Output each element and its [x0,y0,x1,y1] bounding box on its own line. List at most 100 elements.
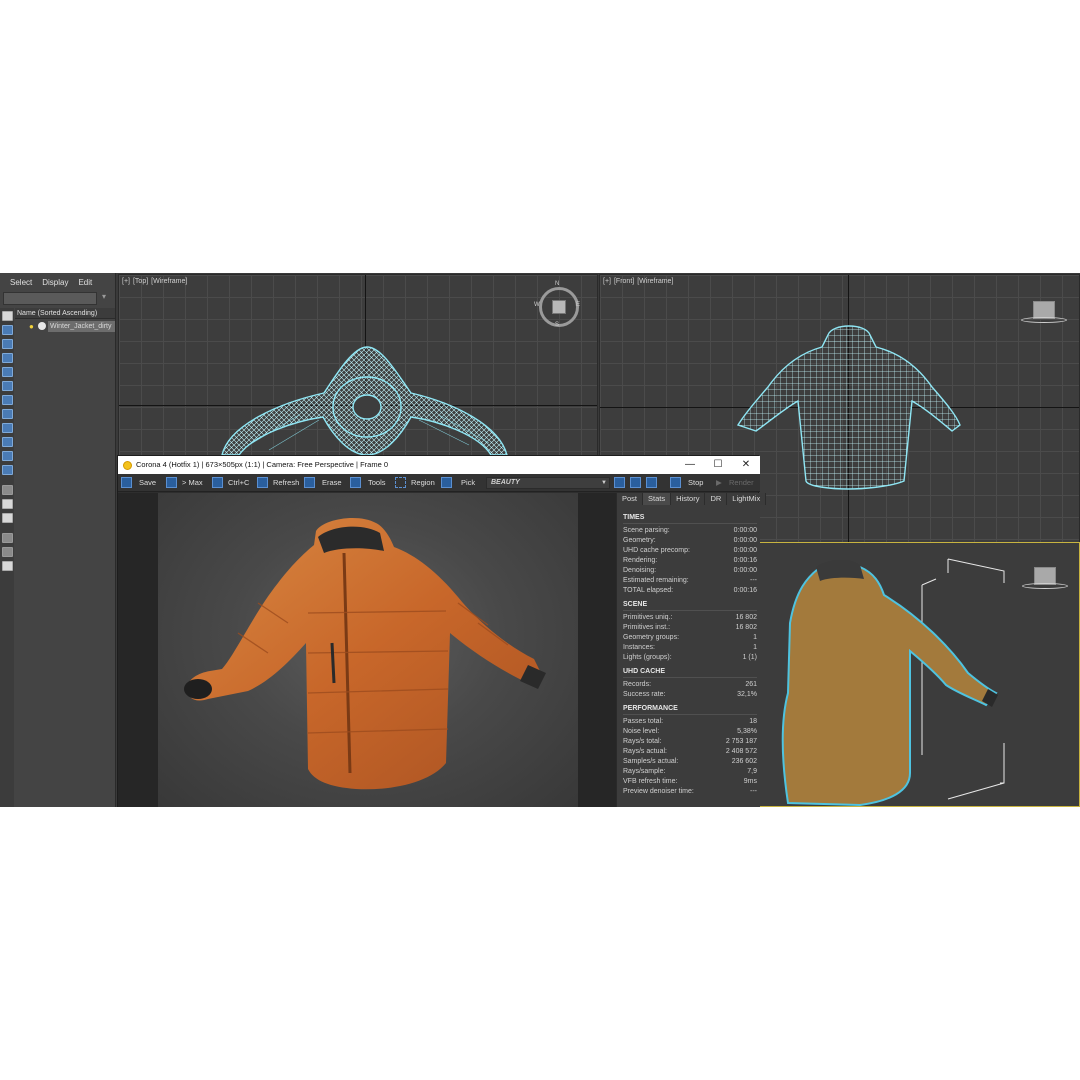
section-uhd-title: UHD CACHE [623,668,757,678]
save-button[interactable]: Save [139,477,156,489]
copy-button[interactable]: Ctrl+C [228,477,249,489]
viewport-perspective[interactable] [759,542,1080,807]
stop-icon[interactable] [670,477,681,488]
filter-funnel-icon[interactable] [2,533,13,543]
scene-explorer: Select Display Edit ▾ Name (Sorted Ascen… [0,273,116,807]
chevron-down-icon: ▼ [601,480,607,486]
stat-label: Samples/s actual: [623,758,679,765]
stat-row: Instances: 1 [623,643,757,653]
sort-icon[interactable] [2,485,13,495]
stat-row: Primitives inst.: 16 802 [623,623,757,633]
lights-filter-icon[interactable] [2,367,13,377]
section-scene-title: SCENE [623,601,757,611]
menu-select[interactable]: Select [0,278,32,290]
stat-row: Preview denoiser time: --- [623,787,757,797]
tab-history[interactable]: History [671,493,706,505]
containers-filter-icon[interactable] [2,465,13,475]
stat-value: --- [750,788,757,795]
stop-button[interactable]: Stop [688,477,703,489]
stat-label: Rendering: [623,557,658,564]
hierarchy-icon[interactable] [2,513,13,523]
region-button[interactable]: Region [411,477,435,489]
max-button[interactable]: > Max [182,477,203,489]
minimize-button[interactable]: — [676,456,704,474]
stat-label: Primitives uniq.: [623,614,673,621]
stat-row: Passes total: 18 [623,717,757,727]
object-name[interactable]: Winter_Jacket_dirty [48,321,115,332]
performance-list: Passes total: 18 Noise level: 5,38% Rays/s t… [623,717,757,797]
column-header-name[interactable]: Name (Sorted Ascending) [15,308,115,319]
xrefs-filter-icon[interactable] [2,437,13,447]
render-button[interactable]: Render [729,477,754,489]
stat-value: 0:00:16 [733,557,757,564]
stat-row: Records: 261 [623,680,757,690]
tab-lightmix[interactable]: LightMix [727,493,767,505]
stat-label: Geometry: [623,537,656,544]
stat-label: Estimated remaining: [623,577,689,584]
explorer-search-input[interactable] [3,292,97,305]
find-icon[interactable] [2,547,13,557]
pick-icon[interactable] [441,477,452,488]
groups-filter-icon[interactable] [2,423,13,433]
stat-label: Rays/s actual: [623,748,667,755]
stat-value: 9ms [743,778,757,785]
stat-value: 5,38% [737,728,757,735]
stat-label: Records: [623,681,652,688]
render-canvas[interactable] [118,493,616,807]
stat-label: Instances: [623,644,655,651]
search-options-icon[interactable]: ▾ [102,292,112,304]
light-bulb-icon[interactable]: ● [29,322,34,331]
shapes-filter-icon[interactable] [2,353,13,363]
tab-post[interactable]: Post [617,493,644,505]
stat-row: Samples/s actual: 236 602 [623,757,757,767]
render-pass-select[interactable]: BEAUTY ▼ [486,477,610,489]
tab-stats[interactable]: Stats [643,493,672,505]
tab-dr[interactable]: DR [705,493,728,505]
helpers-filter-icon[interactable] [2,395,13,405]
zoom-out-icon[interactable] [630,477,641,488]
pick-button[interactable]: Pick [461,477,475,489]
zoom-fit-icon[interactable] [646,477,657,488]
stat-value: 1 (1) [742,654,757,661]
erase-button[interactable]: Erase [322,477,342,489]
refresh-button[interactable]: Refresh [273,477,299,489]
tools-button[interactable]: Tools [368,477,386,489]
erase-icon[interactable] [304,477,315,488]
stat-value: 0:00:00 [733,547,757,554]
zoom-in-icon[interactable] [614,477,625,488]
scene-object-row[interactable]: ● Winter_Jacket_dirty [15,321,115,332]
scene-list: Primitives uniq.: 16 802 Primitives inst.:… [623,613,757,663]
copy-icon[interactable] [212,477,223,488]
stat-label: Primitives inst.: [623,624,671,631]
stat-label: Scene parsing: [623,527,670,534]
cameras-filter-icon[interactable] [2,381,13,391]
save-icon[interactable] [121,477,132,488]
close-button[interactable]: ✕ [732,456,760,474]
stat-label: Lights (groups): [623,654,672,661]
stat-row: Geometry groups: 1 [623,633,757,643]
maximize-button[interactable]: ☐ [704,456,732,474]
vfb-titlebar[interactable]: Corona 4 (Hotfix 1) | 673×505px (1:1) | … [118,456,760,474]
spacewarps-filter-icon[interactable] [2,409,13,419]
stat-row: Geometry: 0:00:00 [623,536,757,546]
stat-row: Lights (groups): 1 (1) [623,653,757,663]
region-icon[interactable] [395,477,406,488]
display-none-icon[interactable] [2,311,13,321]
visibility-icon[interactable] [38,322,46,330]
layer-manager-icon[interactable] [2,561,13,571]
section-times-title: TIMES [623,514,757,524]
refresh-icon[interactable] [257,477,268,488]
menu-edit[interactable]: Edit [68,278,92,290]
bones-filter-icon[interactable] [2,451,13,461]
stat-row: Estimated remaining: --- [623,576,757,586]
display-all-icon[interactable] [2,325,13,335]
corona-vfb-window[interactable]: Corona 4 (Hotfix 1) | 673×505px (1:1) | … [117,455,767,807]
send-to-max-icon[interactable] [166,477,177,488]
menu-display[interactable]: Display [32,278,68,290]
stat-label: Rays/sample: [623,768,666,775]
stat-value: 2 753 187 [725,738,757,745]
layer-icon[interactable] [2,499,13,509]
stat-row: Noise level: 5,38% [623,727,757,737]
tools-gear-icon[interactable] [350,477,361,488]
geometry-filter-icon[interactable] [2,339,13,349]
